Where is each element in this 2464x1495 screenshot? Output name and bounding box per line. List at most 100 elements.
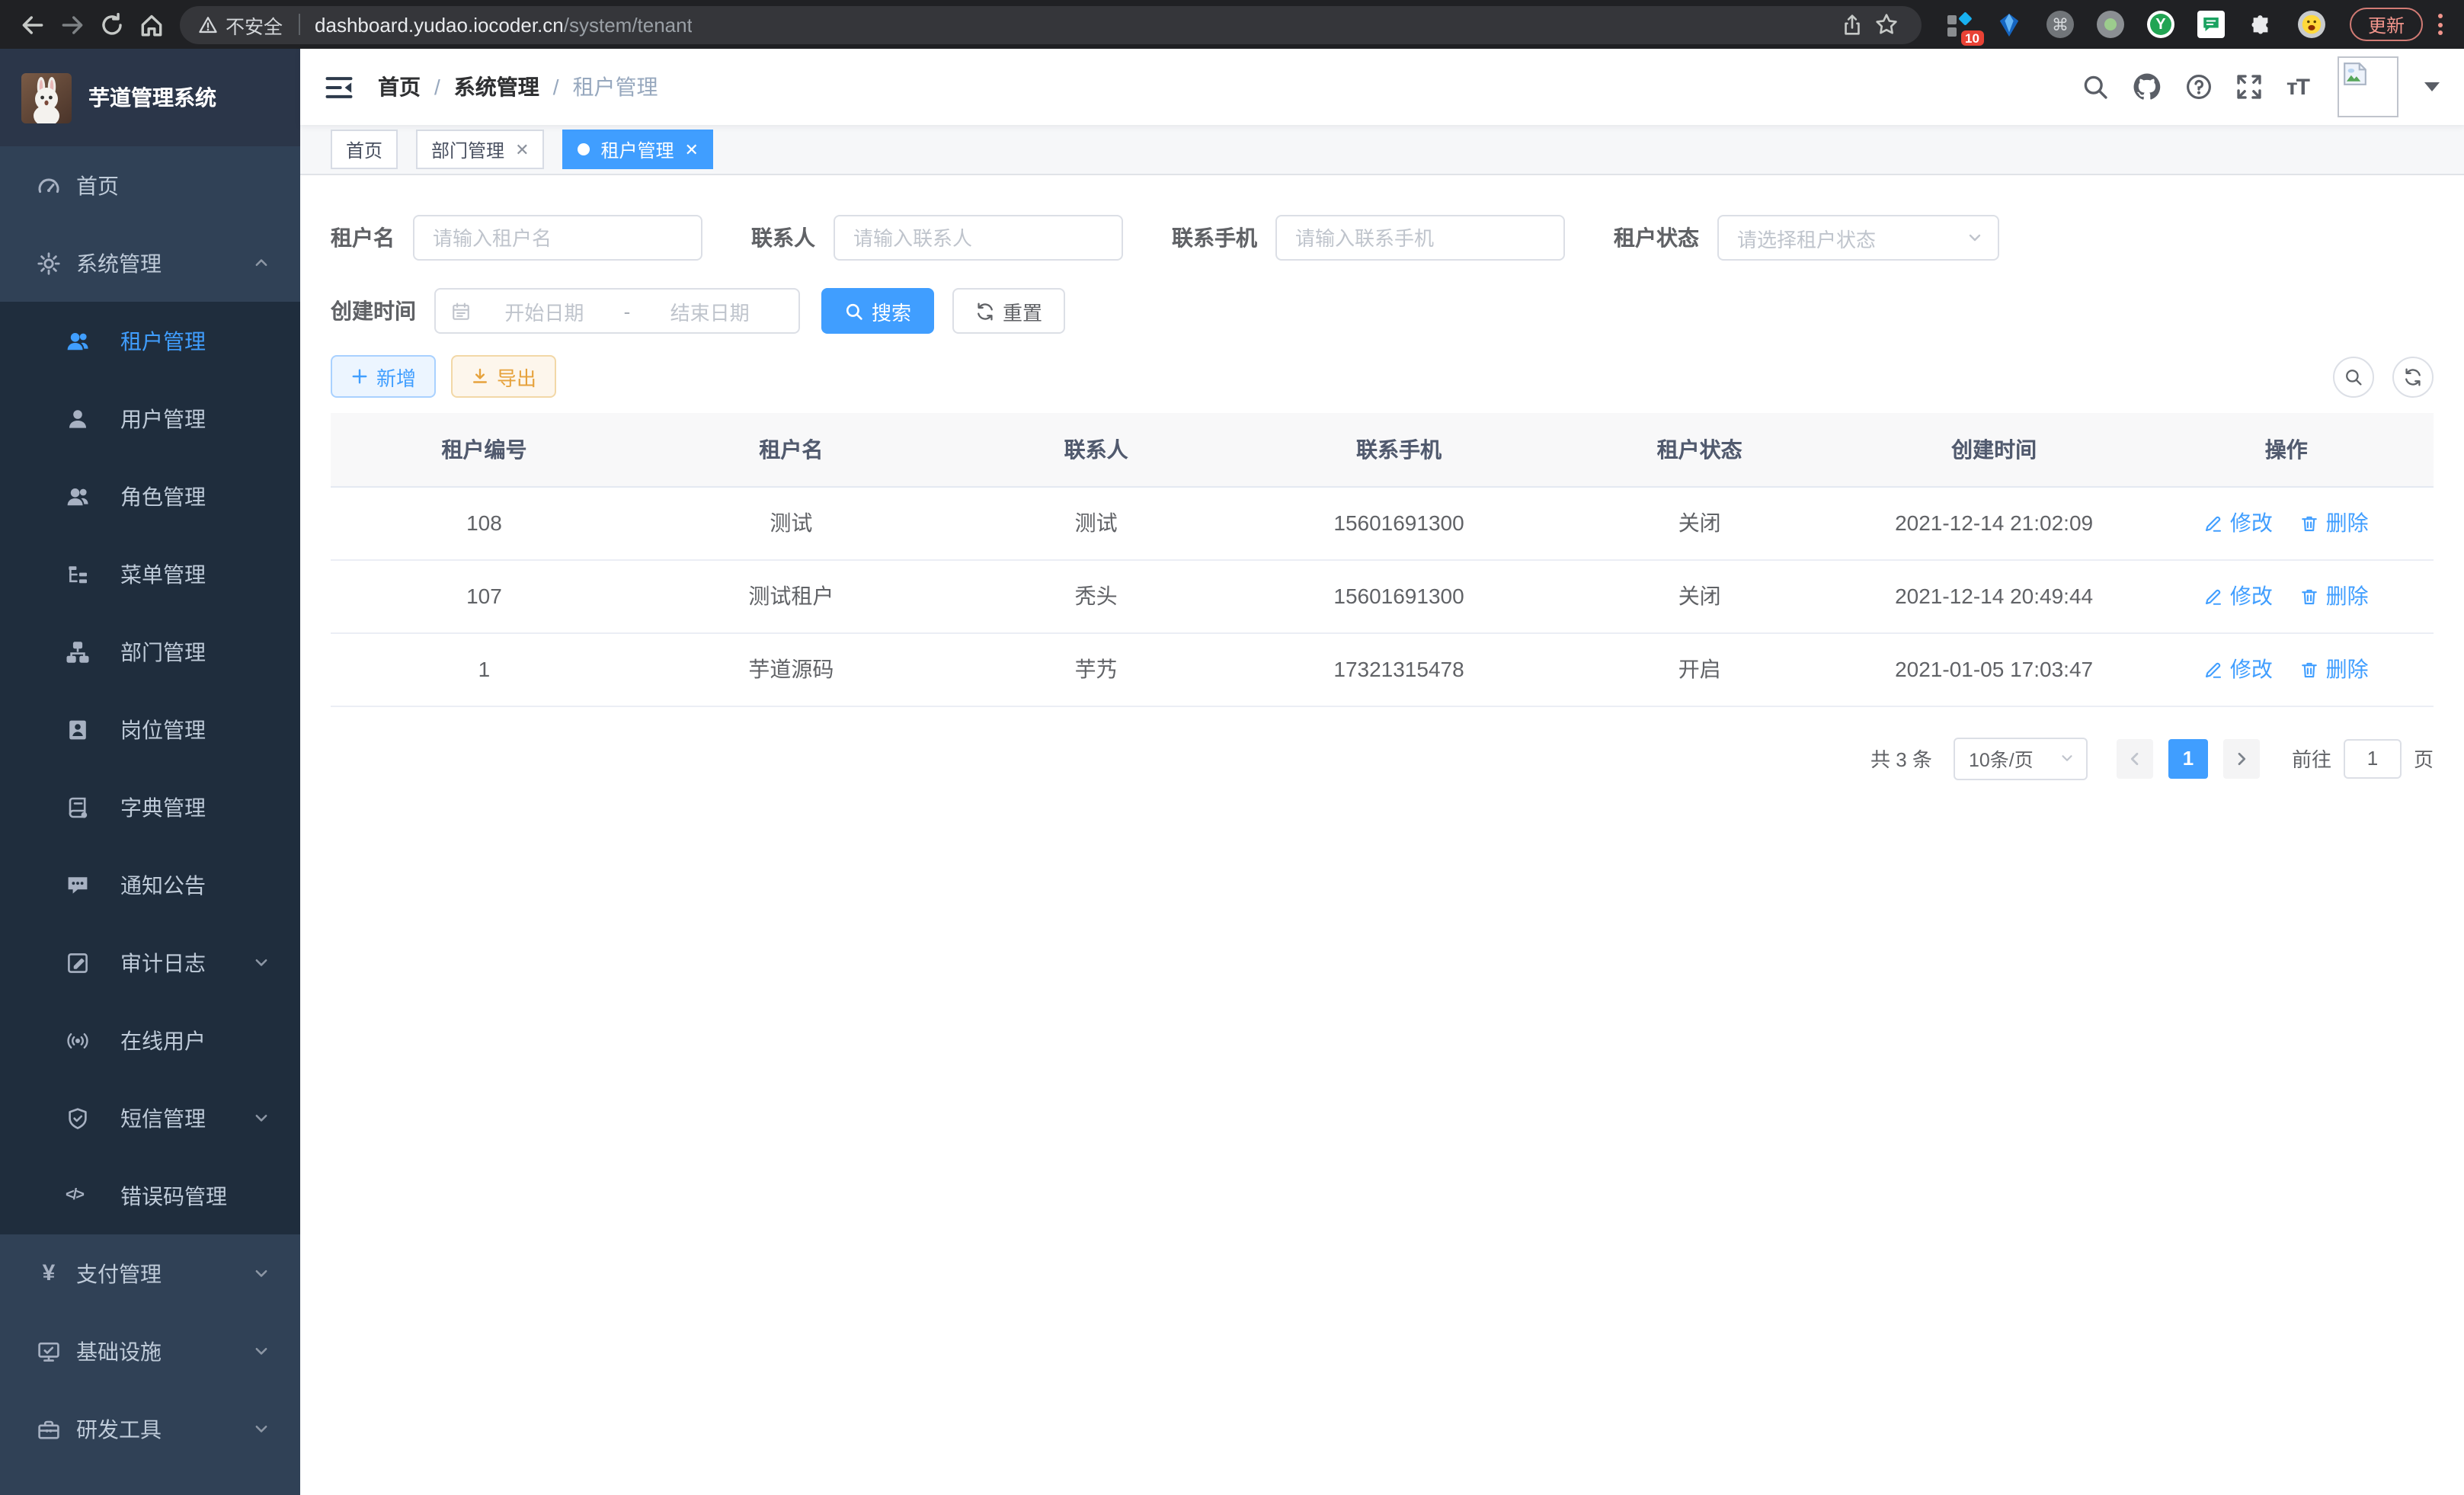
sidebar-item-system[interactable]: 系统管理 xyxy=(0,224,300,302)
page-size-value: 10条/页 xyxy=(1969,744,2034,773)
edit-button[interactable]: 修改 xyxy=(2204,581,2273,611)
browser-reload-icon[interactable] xyxy=(91,5,131,44)
avatar-dropdown-icon[interactable] xyxy=(2424,82,2440,91)
tab-tenant[interactable]: 租户管理 ✕ xyxy=(563,130,714,169)
url-path: /system/tenant xyxy=(564,13,693,36)
edit-button[interactable]: 修改 xyxy=(2204,507,2273,538)
font-size-icon[interactable]: тT xyxy=(2286,74,2309,100)
sidebar-item-label: 错误码管理 xyxy=(120,1180,227,1211)
browser-forward-icon[interactable] xyxy=(52,5,91,44)
sidebar-item-pay[interactable]: ¥ 支付管理 xyxy=(0,1234,300,1312)
sidebar-item-tenant[interactable]: 租户管理 xyxy=(0,302,300,379)
sidebar-item-infra[interactable]: 基础设施 xyxy=(0,1312,300,1390)
browser-back-icon[interactable] xyxy=(12,5,52,44)
sidebar-item-online-users[interactable]: 在线用户 xyxy=(0,1001,300,1079)
sidebar-item-role[interactable]: 角色管理 xyxy=(0,457,300,535)
create-time-range-picker[interactable]: 开始日期 - 结束日期 xyxy=(434,288,800,334)
warning-icon xyxy=(198,14,218,34)
reset-button[interactable]: 重置 xyxy=(952,288,1065,334)
page-unit-label: 页 xyxy=(2414,744,2434,773)
extension-gem-icon[interactable] xyxy=(1996,11,2024,38)
sidebar-item-notice[interactable]: 通知公告 xyxy=(0,846,300,924)
download-icon xyxy=(471,367,489,386)
org-chart-icon xyxy=(66,639,90,664)
users-icon xyxy=(66,328,90,353)
extension-dot-icon[interactable] xyxy=(2097,11,2124,38)
sidebar-item-dict[interactable]: 字典管理 xyxy=(0,768,300,846)
browser-menu-icon[interactable] xyxy=(2438,14,2443,35)
cell-contact: 测试 xyxy=(945,486,1247,559)
app-title: 芋道管理系统 xyxy=(88,82,216,113)
delete-button[interactable]: 删除 xyxy=(2300,507,2369,538)
navbar: 首页 / 系统管理 / 租户管理 xyxy=(300,49,2464,125)
bookmark-star-icon[interactable] xyxy=(1870,5,1903,44)
cell-mobile: 15601691300 xyxy=(1247,486,1550,559)
sidebar-item-label: 研发工具 xyxy=(76,1413,162,1444)
goto-page-input[interactable] xyxy=(2344,738,2402,778)
sidebar-item-home[interactable]: 首页 xyxy=(0,146,300,224)
tenant-name-input[interactable] xyxy=(413,215,702,261)
cell-create-time: 2021-01-05 17:03:47 xyxy=(1849,632,2139,706)
github-icon[interactable] xyxy=(2133,72,2163,102)
sidebar-logo[interactable]: 芋道管理系统 xyxy=(0,49,300,146)
tab-home[interactable]: 首页 xyxy=(331,130,398,169)
refresh-table-button[interactable] xyxy=(2392,356,2434,397)
sidebar-item-audit-log[interactable]: 审计日志 xyxy=(0,924,300,1001)
sidebar-item-post[interactable]: 岗位管理 xyxy=(0,690,300,768)
sidebar-toggle-icon[interactable] xyxy=(325,72,354,101)
breadcrumb-section[interactable]: 系统管理 xyxy=(454,72,539,102)
extension-command-icon[interactable]: ⌘ xyxy=(2046,11,2074,38)
browser-home-icon[interactable] xyxy=(131,5,171,44)
prev-page-button[interactable] xyxy=(2117,738,2153,778)
col-contact: 联系人 xyxy=(945,413,1247,486)
sidebar-item-sms[interactable]: 短信管理 xyxy=(0,1079,300,1157)
next-page-button[interactable] xyxy=(2223,738,2260,778)
extension-puzzle-icon[interactable] xyxy=(2248,11,2275,38)
user-avatar[interactable] xyxy=(2338,56,2398,117)
filter-contact: 联系人 xyxy=(751,215,1123,261)
screen: 不安全 dashboard.yudao.iocoder.cn/system/te… xyxy=(0,0,2464,1495)
extension-chat-icon[interactable] xyxy=(2197,11,2225,38)
edit-icon xyxy=(2204,513,2224,533)
help-icon[interactable] xyxy=(2186,73,2213,101)
edit-button[interactable]: 修改 xyxy=(2204,654,2273,684)
yen-icon: ¥ xyxy=(37,1261,61,1285)
mobile-input[interactable] xyxy=(1275,215,1565,261)
sidebar-item-label: 字典管理 xyxy=(120,792,206,822)
edit-icon xyxy=(2204,586,2224,606)
export-button[interactable]: 导出 xyxy=(451,355,556,398)
sidebar-item-label: 租户管理 xyxy=(120,325,206,356)
add-button[interactable]: 新增 xyxy=(331,355,436,398)
close-icon[interactable]: ✕ xyxy=(685,139,699,159)
tab-label: 首页 xyxy=(346,136,382,162)
breadcrumb-home[interactable]: 首页 xyxy=(378,72,421,102)
page-size-select[interactable]: 10条/页 xyxy=(1954,737,2088,780)
sidebar-item-user[interactable]: 用户管理 xyxy=(0,379,300,457)
sidebar-item-dept[interactable]: 部门管理 xyxy=(0,613,300,690)
address-bar[interactable]: 不安全 dashboard.yudao.iocoder.cn/system/te… xyxy=(180,5,1922,43)
fullscreen-icon[interactable] xyxy=(2236,73,2264,101)
browser-update-button[interactable]: 更新 xyxy=(2350,8,2423,41)
close-icon[interactable]: ✕ xyxy=(515,139,529,159)
sidebar-item-label: 部门管理 xyxy=(120,636,206,667)
contact-input[interactable] xyxy=(834,215,1123,261)
toggle-search-button[interactable] xyxy=(2333,356,2374,397)
search-label: 搜索 xyxy=(872,296,911,325)
sidebar-item-error-code[interactable]: </> 错误码管理 xyxy=(0,1157,300,1234)
extension-y-icon[interactable]: Y xyxy=(2147,11,2174,38)
search-icon[interactable] xyxy=(2082,73,2110,101)
status-select[interactable]: 请选择租户状态 xyxy=(1717,215,1999,261)
site-security[interactable]: 不安全 xyxy=(198,10,283,39)
extension-grid-icon[interactable]: 10 xyxy=(1946,11,1973,38)
sidebar-item-menu[interactable]: 菜单管理 xyxy=(0,535,300,613)
broadcast-icon xyxy=(66,1028,90,1052)
page-number-current[interactable]: 1 xyxy=(2168,738,2208,778)
edit-icon xyxy=(2204,659,2224,679)
tab-dept[interactable]: 部门管理 ✕ xyxy=(416,130,544,169)
sidebar-item-dev-tools[interactable]: 研发工具 xyxy=(0,1390,300,1468)
profile-avatar-icon[interactable] xyxy=(2298,11,2325,38)
share-icon[interactable] xyxy=(1836,5,1870,44)
delete-button[interactable]: 删除 xyxy=(2300,654,2369,684)
search-button[interactable]: 搜索 xyxy=(821,288,934,334)
delete-button[interactable]: 删除 xyxy=(2300,581,2369,611)
